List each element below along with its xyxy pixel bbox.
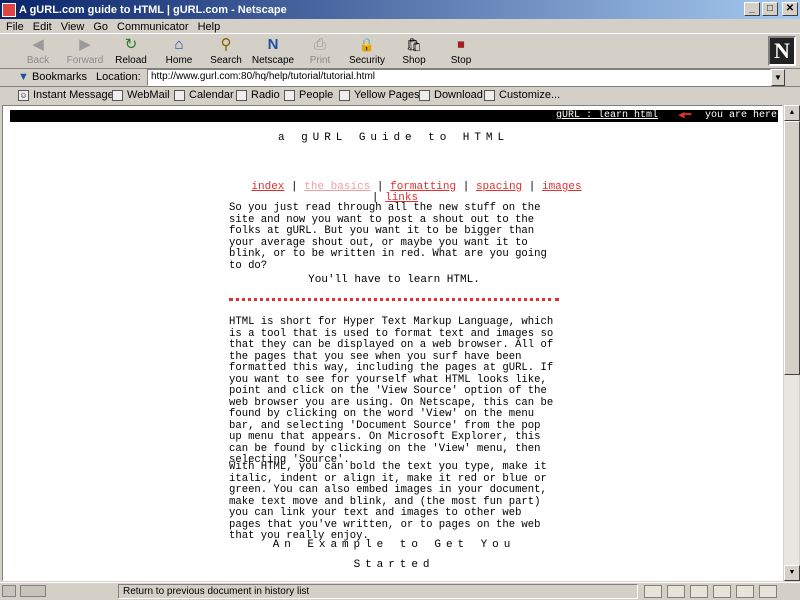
reload-button[interactable]: ↻ Reload bbox=[108, 36, 154, 68]
learn-html-line: You'll have to learn HTML. bbox=[308, 274, 480, 286]
bookmark-icon: ▼ bbox=[18, 71, 32, 83]
url-input[interactable]: http://www.gurl.com:80/hq/help/tutorial/… bbox=[147, 69, 771, 86]
menu-bar: File Edit View Go Communicator Help bbox=[0, 19, 800, 34]
shop-button[interactable]: 🛍 Shop bbox=[391, 36, 437, 68]
maximize-button[interactable]: □ bbox=[762, 2, 778, 16]
url-history-dropdown[interactable]: ▼ bbox=[771, 69, 785, 86]
webmail-button[interactable]: WebMail bbox=[112, 89, 170, 101]
instant-message-button[interactable]: ☺ Instant Message bbox=[18, 89, 114, 101]
reload-icon: ↻ bbox=[124, 36, 138, 53]
site-breadcrumb[interactable]: gURL : learn html bbox=[556, 110, 658, 121]
netscape-logo[interactable]: N bbox=[768, 36, 796, 66]
printer-icon: ⎙ bbox=[313, 36, 326, 53]
bookmark-page-icon bbox=[339, 89, 350, 101]
scrollbar-thumb[interactable] bbox=[784, 121, 800, 375]
page-content[interactable]: gURL : learn html ◀━ you are here a gURL… bbox=[2, 105, 783, 581]
you-are-here-label: you are here bbox=[705, 110, 778, 121]
nav-link-images[interactable]: images bbox=[542, 181, 582, 193]
nav-link-spacing[interactable]: spacing bbox=[476, 181, 522, 193]
composer-icon[interactable] bbox=[690, 585, 708, 598]
minimize-button[interactable]: _ bbox=[744, 2, 760, 16]
status-text: Return to previous document in history l… bbox=[118, 584, 638, 599]
home-button[interactable]: ⌂ Home bbox=[156, 36, 202, 68]
menu-file[interactable]: File bbox=[3, 21, 30, 33]
bookmark-page-icon bbox=[484, 89, 495, 101]
person-icon: ☺ bbox=[18, 89, 29, 101]
download-button[interactable]: Download bbox=[419, 89, 483, 101]
scroll-up-button[interactable]: ▲ bbox=[784, 105, 800, 121]
scroll-down-button[interactable]: ▼ bbox=[784, 565, 800, 581]
connection-status-icon[interactable] bbox=[20, 585, 46, 597]
instant-message-icon[interactable] bbox=[713, 585, 731, 598]
intro-paragraph: So you just read through all the new stu… bbox=[229, 202, 547, 272]
menu-help[interactable]: Help bbox=[195, 21, 227, 33]
status-bar: Return to previous document in history l… bbox=[0, 582, 800, 600]
location-label: Location: bbox=[96, 71, 141, 83]
stop-button[interactable]: ⏹ Stop bbox=[438, 36, 484, 68]
netscape-icon: N bbox=[267, 36, 279, 53]
html-features-paragraph: With HTML, you can bold the text you typ… bbox=[229, 461, 547, 542]
yellow-pages-button[interactable]: Yellow Pages bbox=[339, 89, 420, 101]
lock-icon: 🔒 bbox=[358, 37, 376, 52]
radio-button[interactable]: Radio bbox=[236, 89, 280, 101]
left-arrow-icon: ◀━ bbox=[678, 110, 692, 122]
navigation-toolbar: ◀ Back ▶ Forward ↻ Reload ⌂ Home ⚲ Search N Ne… bbox=[0, 33, 800, 69]
personal-toolbar: ☺ Instant Message WebMail Calendar Radio … bbox=[0, 87, 800, 104]
dotted-divider bbox=[229, 298, 559, 302]
print-button[interactable]: ⎙ Print bbox=[297, 36, 343, 68]
example-heading-line2: Started bbox=[353, 559, 435, 571]
netscape-button[interactable]: N Netscape bbox=[250, 36, 296, 68]
search-icon: ⚲ bbox=[220, 36, 232, 53]
site-header-strip: gURL : learn html ◀━ you are here bbox=[10, 110, 778, 122]
nav-link-the-basics[interactable]: the basics bbox=[304, 181, 370, 193]
forward-arrow-icon: ▶ bbox=[79, 36, 91, 53]
security-status-icon[interactable] bbox=[2, 585, 16, 597]
window-title-bar[interactable]: A gURL.com guide to HTML | gURL.com - Ne… bbox=[0, 0, 800, 19]
navigator-icon[interactable] bbox=[644, 585, 662, 598]
html-definition-paragraph: HTML is short for Hyper Text Markup Lang… bbox=[229, 316, 554, 466]
calendar-button[interactable]: Calendar bbox=[174, 89, 234, 101]
bookmark-page-icon bbox=[236, 89, 247, 101]
back-arrow-icon: ◀ bbox=[32, 36, 44, 53]
customize-button[interactable]: Customize... bbox=[484, 89, 560, 101]
tutorial-nav: index | the basics | formatting | spacin… bbox=[251, 181, 582, 204]
bookmark-page-icon bbox=[174, 89, 185, 101]
security-button[interactable]: 🔒 Security bbox=[344, 36, 390, 68]
menu-communicator[interactable]: Communicator bbox=[114, 21, 195, 33]
calendar-icon[interactable] bbox=[759, 585, 777, 598]
search-button[interactable]: ⚲ Search bbox=[203, 36, 249, 68]
forward-button[interactable]: ▶ Forward bbox=[62, 36, 108, 68]
netscape-app-icon bbox=[2, 2, 16, 17]
bookmark-page-icon bbox=[112, 89, 123, 101]
bookmark-page-icon bbox=[419, 89, 430, 101]
bookmark-page-icon bbox=[284, 89, 295, 101]
window-title: A gURL.com guide to HTML | gURL.com - Ne… bbox=[19, 3, 287, 16]
stop-icon: ⏹ bbox=[457, 36, 465, 53]
mail-icon[interactable] bbox=[667, 585, 685, 598]
back-button[interactable]: ◀ Back bbox=[15, 36, 61, 68]
menu-view[interactable]: View bbox=[58, 21, 91, 33]
example-heading-line1: An Example to Get You bbox=[272, 539, 516, 551]
menu-edit[interactable]: Edit bbox=[30, 21, 58, 33]
address-book-icon[interactable] bbox=[736, 585, 754, 598]
home-icon: ⌂ bbox=[174, 36, 184, 53]
shopping-bag-icon: 🛍 bbox=[405, 37, 423, 52]
vertical-scrollbar[interactable]: ▲ ▼ bbox=[783, 105, 800, 581]
location-bar: ▼ Bookmarks Location: http://www.gurl.co… bbox=[0, 69, 800, 87]
bookmarks-button[interactable]: ▼ Bookmarks bbox=[18, 71, 87, 83]
close-button[interactable]: ✕ bbox=[782, 2, 798, 16]
menu-go[interactable]: Go bbox=[90, 21, 114, 33]
people-button[interactable]: People bbox=[284, 89, 333, 101]
nav-link-index[interactable]: index bbox=[251, 181, 284, 193]
page-title: a gURL Guide to HTML bbox=[277, 132, 510, 144]
